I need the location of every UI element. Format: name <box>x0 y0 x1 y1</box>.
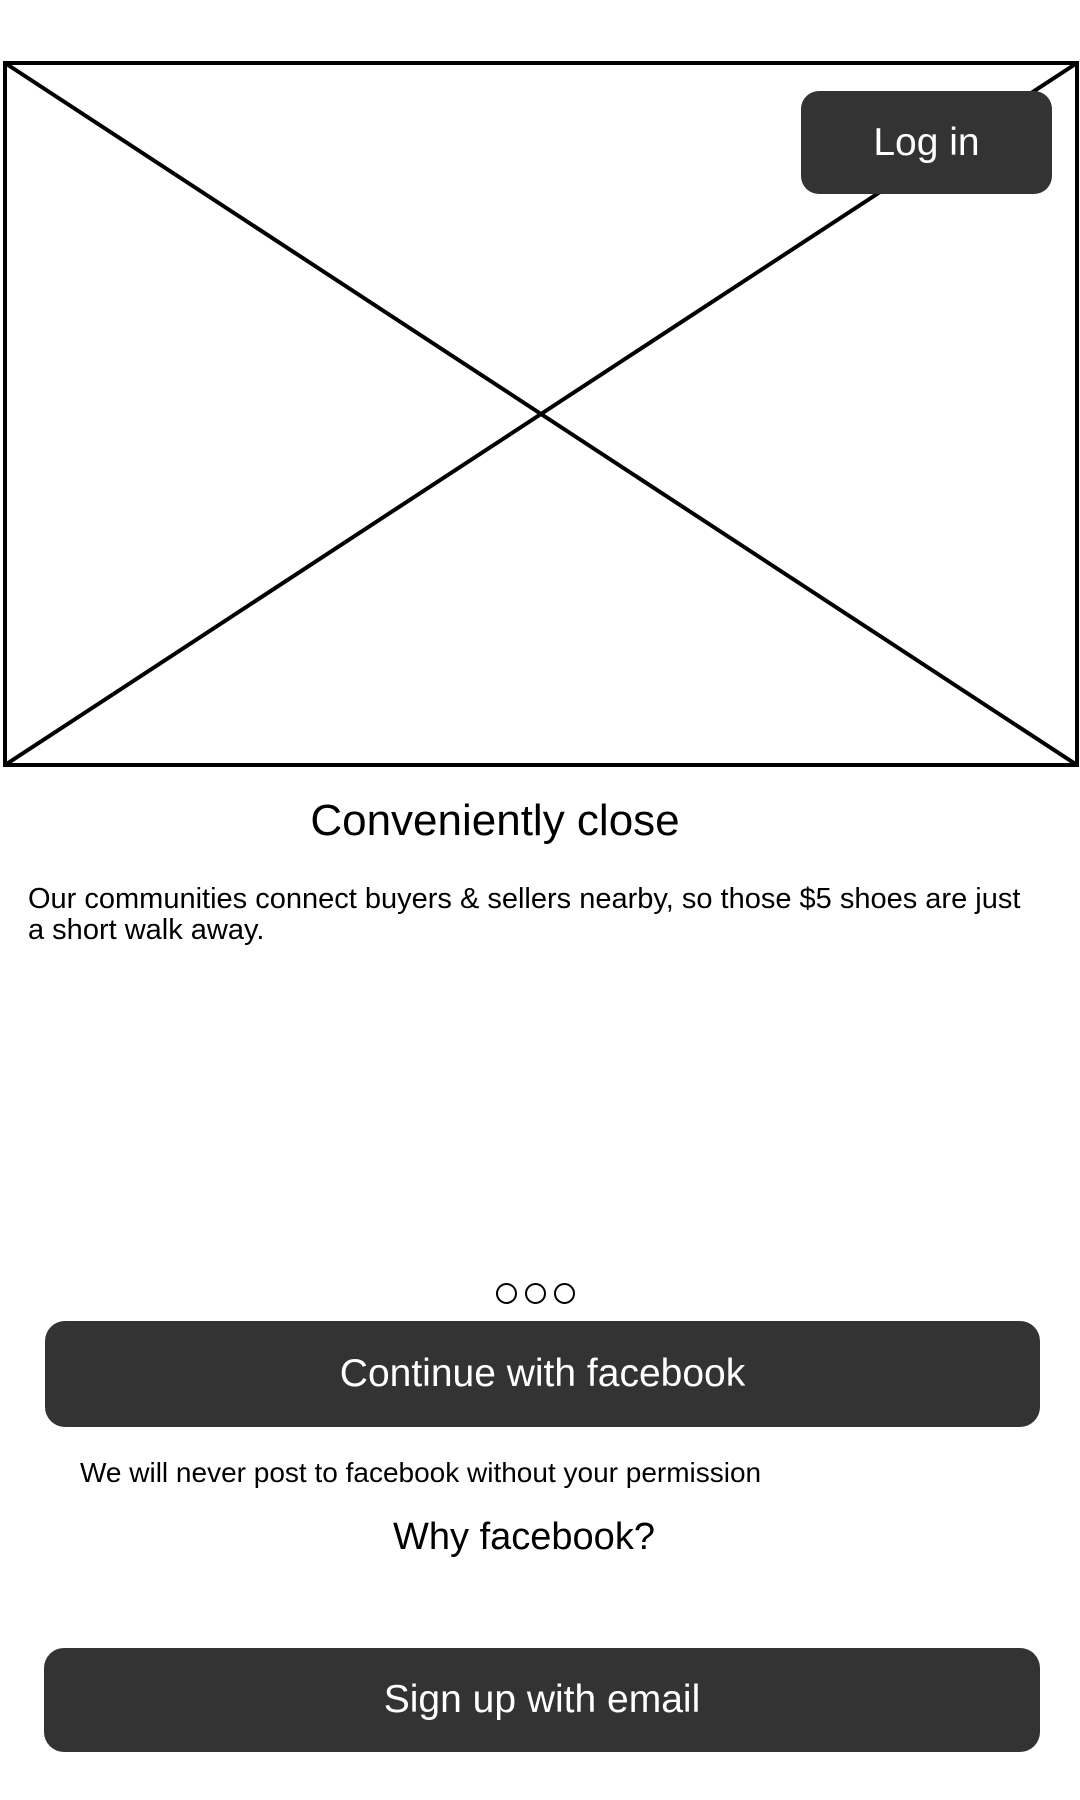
continue-with-facebook-button[interactable]: Continue with facebook <box>45 1321 1040 1427</box>
page-dot-2[interactable] <box>525 1283 546 1304</box>
facebook-permission-note: We will never post to facebook without y… <box>80 1457 762 1488</box>
page-dot-1[interactable] <box>496 1283 517 1304</box>
page-indicator <box>496 1283 575 1304</box>
login-button[interactable]: Log in <box>801 91 1052 194</box>
why-facebook-link[interactable]: Why facebook? <box>0 1516 1048 1559</box>
sign-up-with-email-button[interactable]: Sign up with email <box>44 1648 1040 1752</box>
onboarding-description: Our communities connect buyers & sellers… <box>28 883 1021 946</box>
onboarding-title: Conveniently close <box>310 796 680 845</box>
page-dot-3[interactable] <box>554 1283 575 1304</box>
